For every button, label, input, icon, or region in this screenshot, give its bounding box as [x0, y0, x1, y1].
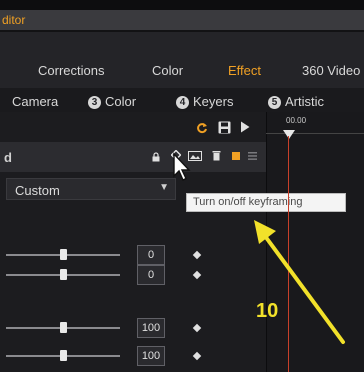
value-field[interactable]: 100: [137, 346, 165, 366]
keyframe-diamond-icon[interactable]: [192, 351, 202, 361]
number-icon: 3: [88, 96, 101, 109]
value-field[interactable]: 100: [137, 318, 165, 338]
effect-name: d: [4, 150, 12, 165]
category-artistic[interactable]: 5 Artistic: [268, 94, 324, 109]
category-label: Keyers: [193, 94, 234, 109]
parameter-row: 100: [0, 345, 266, 367]
keyframe-diamond-icon[interactable]: [192, 270, 202, 280]
preset-value: Custom: [15, 183, 60, 198]
category-label: Color: [105, 94, 137, 109]
color-swatch-icon[interactable]: [232, 152, 240, 160]
window-title: ditor: [2, 13, 26, 27]
lock-icon[interactable]: [152, 152, 160, 162]
menu-icon[interactable]: [248, 152, 257, 160]
parameter-row: 0: [0, 244, 266, 266]
cursor-icon: [173, 152, 191, 181]
tab-corrections[interactable]: Corrections: [38, 63, 104, 78]
chevron-down-icon: ▼: [159, 182, 169, 193]
timeline-ruler[interactable]: [266, 128, 364, 134]
value-field[interactable]: 0: [137, 265, 165, 285]
save-icon[interactable]: [218, 121, 231, 134]
tab-360-video[interactable]: 360 Video: [302, 63, 360, 78]
parameter-row: 0: [0, 264, 266, 286]
title-bar: ditor: [0, 10, 364, 30]
value-field[interactable]: 0: [137, 245, 165, 265]
slider-handle[interactable]: [60, 322, 67, 333]
keyframe-diamond-icon[interactable]: [192, 323, 202, 333]
slider-handle[interactable]: [60, 269, 67, 280]
number-icon: 5: [268, 96, 281, 109]
trash-icon[interactable]: [212, 150, 221, 161]
timecode: 00.00: [286, 116, 307, 125]
arrow-annotation: [254, 220, 345, 344]
keyframing-tooltip: Turn on/off keyframing: [186, 193, 346, 212]
category-keyers[interactable]: 4 Keyers: [176, 94, 233, 109]
parameter-row: 100: [0, 317, 266, 339]
top-strip: [0, 0, 364, 10]
tab-effect[interactable]: Effect: [228, 63, 261, 78]
category-label: Artistic: [285, 94, 324, 109]
step-number: 10: [256, 300, 279, 322]
number-icon: 4: [176, 96, 189, 109]
preset-dropdown[interactable]: Custom ▼: [6, 178, 176, 200]
loop-icon[interactable]: [196, 122, 208, 134]
keyframe-diamond-icon[interactable]: [192, 250, 202, 260]
tab-color[interactable]: Color: [152, 63, 183, 78]
slider-handle[interactable]: [60, 350, 67, 361]
playhead-handle[interactable]: [283, 130, 295, 139]
tab-area: [0, 32, 364, 88]
category-label: Camera: [12, 94, 59, 109]
panel-toolbar: [0, 116, 266, 140]
slider-handle[interactable]: [60, 249, 67, 260]
category-color[interactable]: 3 Color: [88, 94, 136, 109]
play-icon[interactable]: [240, 121, 250, 133]
effect-header: [0, 142, 266, 172]
category-camera[interactable]: Camera: [12, 94, 58, 109]
